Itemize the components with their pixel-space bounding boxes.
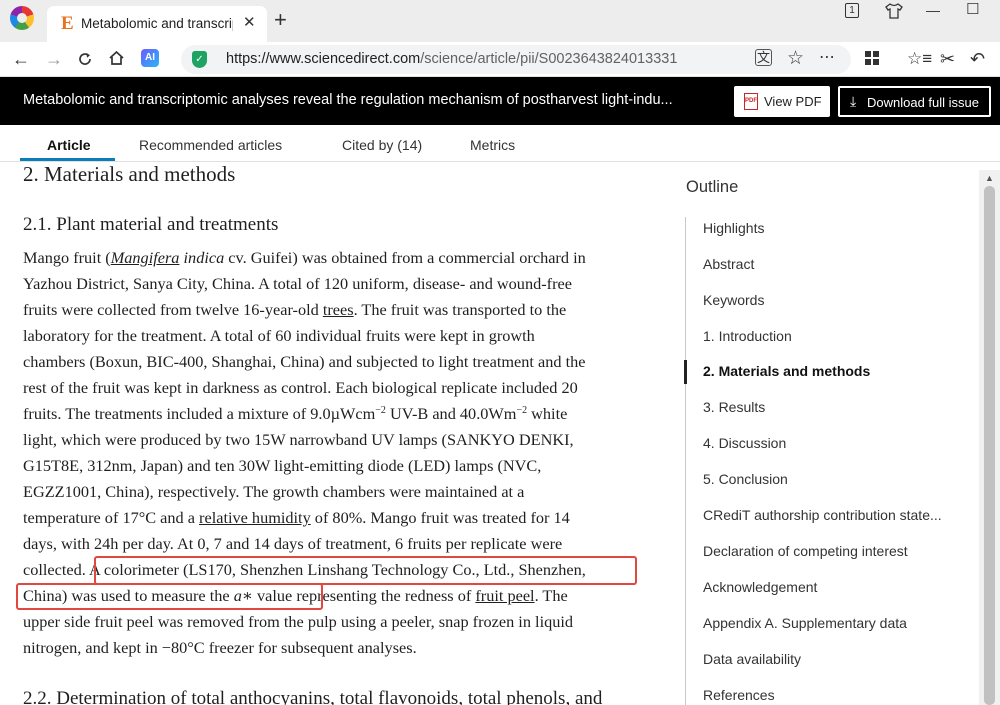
outline-item-highlights[interactable]: Highlights (703, 220, 764, 236)
paragraph-line: chambers (Boxun, BIC-400, Shanghai, Chin… (23, 352, 586, 371)
tab-title: Metabolomic and transcriptomic (81, 16, 233, 31)
next-subsection-heading: 2.2. Determination of total anthocyanins… (23, 688, 603, 705)
paragraph-line: rest of the fruit was kept in darkness a… (23, 378, 578, 397)
outline-item-results[interactable]: 3. Results (703, 399, 765, 415)
outline-item-introduction[interactable]: 1. Introduction (703, 328, 792, 344)
outline-scrollbar[interactable]: ▲ (979, 170, 1000, 705)
article-header-bar: Metabolomic and transcriptomic analyses … (0, 77, 1000, 125)
paragraph-line: G15T8E, 312nm, Japan) and ten 30W light-… (23, 456, 542, 475)
paragraph-line: temperature of 17°C and a relative humid… (23, 508, 570, 527)
url-field[interactable]: ✓ https://www.sciencedirect.com/science/… (181, 45, 851, 74)
home-icon[interactable] (108, 50, 125, 66)
scroll-up-icon[interactable]: ▲ (985, 173, 994, 183)
outline-title: Outline (686, 178, 739, 196)
reload-icon[interactable] (77, 51, 93, 67)
scissors-icon[interactable]: ✂ (940, 46, 955, 72)
article-tabs: Article Recommended articles Cited by (1… (0, 125, 1000, 162)
profile-icon[interactable]: 1 (845, 3, 859, 18)
outline-item-references[interactable]: References (703, 687, 775, 703)
paragraph-line: nitrogen, and kept in −80°C freezer for … (23, 638, 417, 657)
highlight-box (16, 583, 323, 610)
article-content: 2. Materials and methods 2.1. Plant mate… (23, 162, 663, 705)
tab-article[interactable]: Article (47, 137, 91, 153)
download-full-issue-button[interactable]: ⤓ Download full issue (838, 86, 991, 117)
undo-icon[interactable]: ↶ (970, 46, 985, 72)
outline-item-acknowledgement[interactable]: Acknowledgement (703, 579, 817, 595)
outline-item-materials-methods[interactable]: 2. Materials and methods (703, 363, 870, 379)
outline-item-abstract[interactable]: Abstract (703, 256, 754, 272)
active-tab-indicator (20, 158, 115, 161)
paragraph-line: laboratory for the treatment. A total of… (23, 326, 535, 345)
relative-humidity-link[interactable]: relative humidity (199, 508, 311, 527)
outline-active-indicator (684, 360, 687, 384)
download-icon: ⤓ (850, 93, 857, 109)
tab-metrics[interactable]: Metrics (470, 137, 515, 153)
security-shield-icon[interactable]: ✓ (192, 51, 207, 68)
outline-item-keywords[interactable]: Keywords (703, 292, 764, 308)
elsevier-favicon-icon: E (61, 13, 74, 34)
translate-icon[interactable]: 文 (755, 49, 772, 66)
paragraph-line: fruits. The treatments included a mixtur… (23, 404, 568, 423)
browser-logo-icon[interactable] (10, 6, 34, 30)
outline-rail (685, 217, 686, 705)
section-heading: 2. Materials and methods (23, 162, 236, 186)
outline-item-credit[interactable]: CRediT authorship contribution state... (703, 507, 942, 523)
browser-tab-strip: E Metabolomic and transcriptomic ✕ + 1 —… (0, 0, 1000, 42)
tab-cited-by[interactable]: Cited by (14) (342, 137, 422, 153)
paragraph-line: Yazhou District, Sanya City, China. A to… (23, 274, 572, 293)
view-pdf-label: View PDF (764, 94, 822, 109)
shirt-icon[interactable] (885, 3, 903, 19)
outline-item-data-availability[interactable]: Data availability (703, 651, 801, 667)
highlight-box (94, 556, 637, 585)
fruit-peel-link[interactable]: fruit peel (475, 586, 534, 605)
minimize-button[interactable]: — (926, 2, 940, 18)
address-bar: ← → AI ✓ https://www.sciencedirect.com/s… (0, 42, 1000, 77)
forward-arrow-icon[interactable]: → (45, 46, 63, 72)
paragraph-line: fruits were collected from twelve 16-yea… (23, 300, 567, 319)
tab-recommended-articles[interactable]: Recommended articles (139, 137, 282, 153)
view-pdf-button[interactable]: PDF View PDF (734, 86, 830, 117)
outline-item-competing-interest[interactable]: Declaration of competing interest (703, 543, 908, 559)
apps-grid-icon[interactable] (864, 50, 880, 66)
favorites-list-icon[interactable]: ☆≡ (907, 46, 932, 72)
browser-tab[interactable]: E Metabolomic and transcriptomic ✕ (47, 6, 267, 42)
subsection-heading: 2.1. Plant material and treatments (23, 214, 279, 235)
outline-item-discussion[interactable]: 4. Discussion (703, 435, 786, 451)
more-options-icon[interactable]: ⋯ (819, 47, 835, 67)
ai-assistant-icon[interactable]: AI (141, 49, 159, 67)
genus-link[interactable]: Mangifera (111, 248, 180, 267)
maximize-button[interactable]: ☐ (966, 0, 979, 18)
url-text[interactable]: https://www.sciencedirect.com/science/ar… (226, 51, 677, 67)
trees-link[interactable]: trees (323, 300, 354, 319)
paragraph-line: light, which were produced by two 15W na… (23, 430, 574, 449)
new-tab-button[interactable]: + (274, 9, 287, 31)
paragraph-line: EGZZ1001, China), respectively. The grow… (23, 482, 525, 501)
pdf-icon: PDF (744, 93, 758, 110)
download-label: Download full issue (867, 95, 980, 110)
favorite-star-icon[interactable]: ☆ (787, 47, 804, 70)
paragraph-line: Mango fruit (Mangifera indica cv. Guifei… (23, 248, 586, 267)
outline-item-appendix[interactable]: Appendix A. Supplementary data (703, 615, 907, 631)
paragraph-line: upper side fruit peel was removed from t… (23, 612, 574, 631)
scrollbar-thumb[interactable] (984, 186, 995, 705)
outline-item-conclusion[interactable]: 5. Conclusion (703, 471, 788, 487)
tab-close-icon[interactable]: ✕ (243, 13, 256, 31)
article-title: Metabolomic and transcriptomic analyses … (23, 92, 673, 108)
paragraph-line: days, with 24h per day. At 0, 7 and 14 d… (23, 534, 563, 553)
back-arrow-icon[interactable]: ← (12, 46, 30, 72)
